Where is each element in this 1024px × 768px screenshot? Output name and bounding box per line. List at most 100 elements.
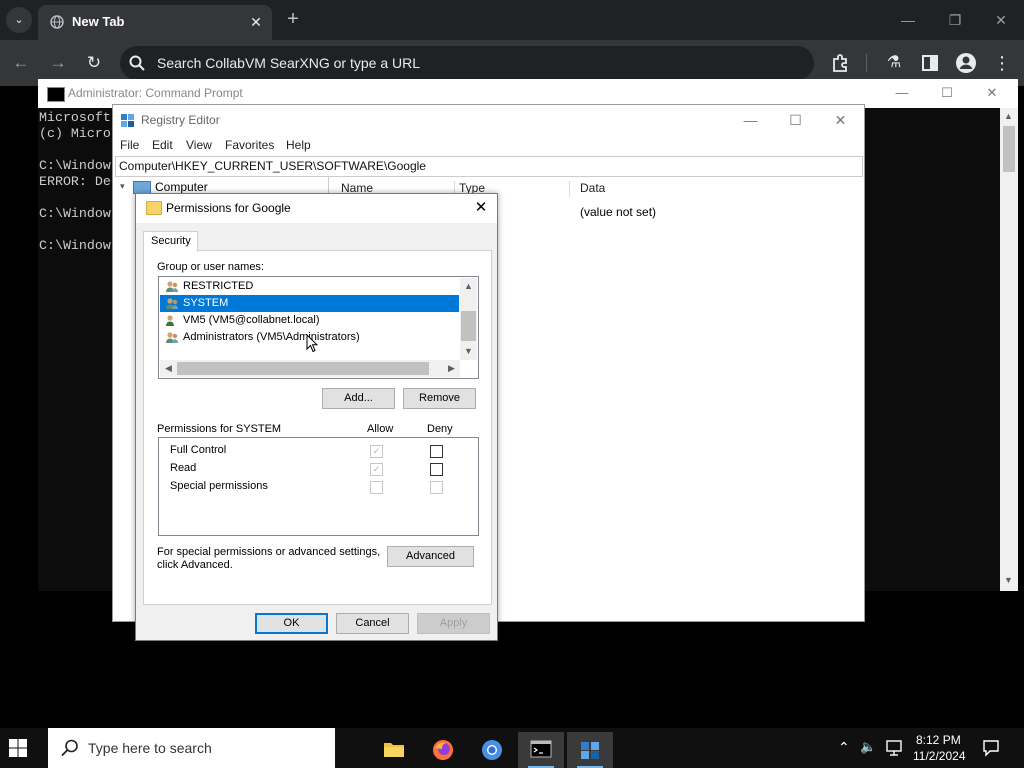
windows-start-icon[interactable]	[8, 738, 28, 758]
tab-title: New Tab	[72, 14, 125, 29]
scroll-left-icon[interactable]: ◀	[161, 363, 176, 374]
registry-editor-icon	[121, 114, 134, 127]
regedit-address-bar[interactable]: Computer\HKEY_CURRENT_USER\SOFTWARE\Goog…	[115, 156, 863, 177]
tray-chevron-icon[interactable]: ⌃	[838, 739, 850, 756]
regedit-close-button[interactable]: ✕	[818, 107, 863, 133]
tree-item-computer[interactable]: Computer	[155, 180, 208, 194]
clock-time[interactable]: 8:12 PM	[916, 733, 961, 747]
clock-date[interactable]: 11/2/2024	[913, 749, 966, 763]
cmd-scroll-down-icon[interactable]: ▼	[1001, 575, 1016, 585]
value-data-cell[interactable]: (value not set)	[580, 205, 656, 219]
command-prompt-icon[interactable]	[518, 732, 564, 768]
side-panel-icon[interactable]	[918, 51, 942, 75]
regedit-menubar: File Edit View Favorites Help	[113, 135, 864, 155]
address-bar[interactable]: Search CollabVM SearXNG or type a URL	[120, 46, 814, 80]
group-list-vscroll-thumb[interactable]	[461, 311, 476, 341]
registry-editor-icon[interactable]	[567, 732, 613, 768]
chromium-icon[interactable]	[469, 732, 515, 768]
column-header-data[interactable]: Data	[580, 181, 850, 197]
search-icon	[61, 739, 78, 757]
cmd-scroll-thumb[interactable]	[1003, 126, 1015, 172]
remove-button[interactable]: Remove	[403, 388, 476, 409]
permission-name: Read	[170, 462, 197, 474]
deny-checkbox[interactable]	[430, 445, 443, 458]
puzzle-icon[interactable]	[829, 51, 853, 75]
group-list-hscrollbar[interactable]: ◀ ▶	[160, 360, 460, 377]
tab-new-tab[interactable]: New Tab ✕	[38, 5, 272, 40]
group-list-hscroll-thumb[interactable]	[177, 362, 429, 375]
regedit-minimize-button[interactable]: —	[728, 107, 773, 133]
menu-favorites[interactable]: Favorites	[225, 138, 274, 152]
permissions-titlebar[interactable]: Permissions for Google ✕	[136, 194, 497, 223]
regedit-maximize-button[interactable]: ☐	[773, 107, 818, 133]
deny-checkbox[interactable]	[430, 463, 443, 476]
menu-view[interactable]: View	[186, 138, 212, 152]
group-list-item[interactable]: SYSTEM	[160, 295, 459, 312]
add-button[interactable]: Add...	[322, 388, 395, 409]
group-list-item[interactable]: VM5 (VM5@collabnet.local)	[160, 312, 459, 329]
forward-button[interactable]: →	[47, 52, 69, 74]
toolbar-divider	[866, 54, 867, 72]
firefox-icon[interactable]	[420, 732, 466, 768]
group-list-item[interactable]: RESTRICTED	[160, 278, 459, 295]
notification-icon[interactable]	[982, 739, 1000, 757]
browser-close-button[interactable]: ✕	[981, 8, 1021, 32]
tab-security[interactable]: Security	[143, 231, 198, 252]
cmd-minimize-button[interactable]: —	[880, 81, 924, 105]
scroll-down-icon[interactable]: ▼	[461, 346, 476, 356]
cmd-scrollbar[interactable]: ▲ ▼	[1000, 108, 1018, 591]
group-list-item-label: RESTRICTED	[183, 280, 254, 292]
allow-checkbox: ✓	[370, 463, 383, 476]
mouse-cursor-icon	[306, 334, 318, 353]
volume-icon[interactable]: 🔈	[860, 739, 876, 755]
scroll-right-icon[interactable]: ▶	[444, 363, 459, 374]
tree-expand-icon[interactable]: ▾	[120, 181, 125, 192]
menu-edit[interactable]: Edit	[152, 138, 173, 152]
new-tab-button[interactable]: +	[282, 8, 304, 30]
taskbar-search-box[interactable]: Type here to search	[48, 728, 335, 768]
permissions-close-button[interactable]: ✕	[469, 197, 493, 219]
tab-close-icon[interactable]: ✕	[246, 12, 266, 32]
cancel-button[interactable]: Cancel	[336, 613, 409, 634]
address-bar-placeholder: Search CollabVM SearXNG or type a URL	[157, 55, 420, 71]
permissions-for-label: Permissions for SYSTEM	[157, 423, 282, 435]
profile-icon[interactable]	[954, 51, 978, 75]
reload-button[interactable]: ↻	[83, 52, 105, 74]
taskbar: Type here to search ⌃ 🔈 8:12 PM 11/2/202…	[0, 728, 1024, 768]
advanced-hint-line-1: For special permissions or advanced sett…	[157, 546, 381, 558]
user-group-icon	[166, 315, 174, 326]
cmd-output-line: C:\Window	[39, 158, 111, 173]
tab-security-label: Security	[151, 235, 191, 247]
deny-checkbox	[430, 481, 443, 494]
cmd-output-line: ERROR: De	[39, 174, 111, 189]
firefox-glyph	[433, 740, 453, 760]
regedit-titlebar[interactable]: Registry Editor — ☐ ✕	[113, 105, 864, 135]
cmd-output-line: C:\Window	[39, 206, 111, 221]
cmd-close-button[interactable]: ✕	[970, 81, 1014, 105]
back-button[interactable]: ←	[10, 52, 32, 74]
allow-checkbox: ✓	[370, 445, 383, 458]
deny-column-header: Deny	[427, 423, 453, 435]
cmd-maximize-button[interactable]: ☐	[925, 81, 969, 105]
ok-button[interactable]: OK	[255, 613, 328, 634]
group-list-item-label: Administrators (VM5\Administrators)	[183, 331, 360, 343]
tab-search-button[interactable]: ⌄	[6, 7, 32, 33]
permissions-dialog[interactable]: Permissions for Google ✕ Security Group …	[135, 193, 498, 641]
file-explorer-glyph	[384, 743, 404, 757]
labs-flask-icon[interactable]: ⚗	[882, 51, 906, 75]
browser-tabstrip: ⌄ New Tab ✕ + — ❐ ✕	[0, 0, 1024, 40]
file-explorer-icon[interactable]	[371, 732, 417, 768]
folder-icon	[146, 201, 162, 215]
menu-kebab-icon[interactable]: ⋮	[990, 51, 1014, 75]
menu-file[interactable]: File	[120, 138, 139, 152]
advanced-button[interactable]: Advanced	[387, 546, 474, 567]
cmd-scroll-up-icon[interactable]: ▲	[1001, 111, 1016, 121]
network-icon[interactable]	[886, 740, 904, 756]
browser-restore-button[interactable]: ❐	[935, 8, 975, 32]
group-list-vscrollbar[interactable]: ▲ ▼	[460, 278, 477, 360]
menu-help[interactable]: Help	[286, 138, 311, 152]
browser-minimize-button[interactable]: —	[888, 8, 928, 32]
scroll-up-icon[interactable]: ▲	[461, 281, 476, 291]
regedit-address-text: Computer\HKEY_CURRENT_USER\SOFTWARE\Goog…	[119, 159, 426, 173]
group-user-list[interactable]: RESTRICTED SYSTEM VM5 (VM5@collabnet.local…	[158, 276, 479, 379]
